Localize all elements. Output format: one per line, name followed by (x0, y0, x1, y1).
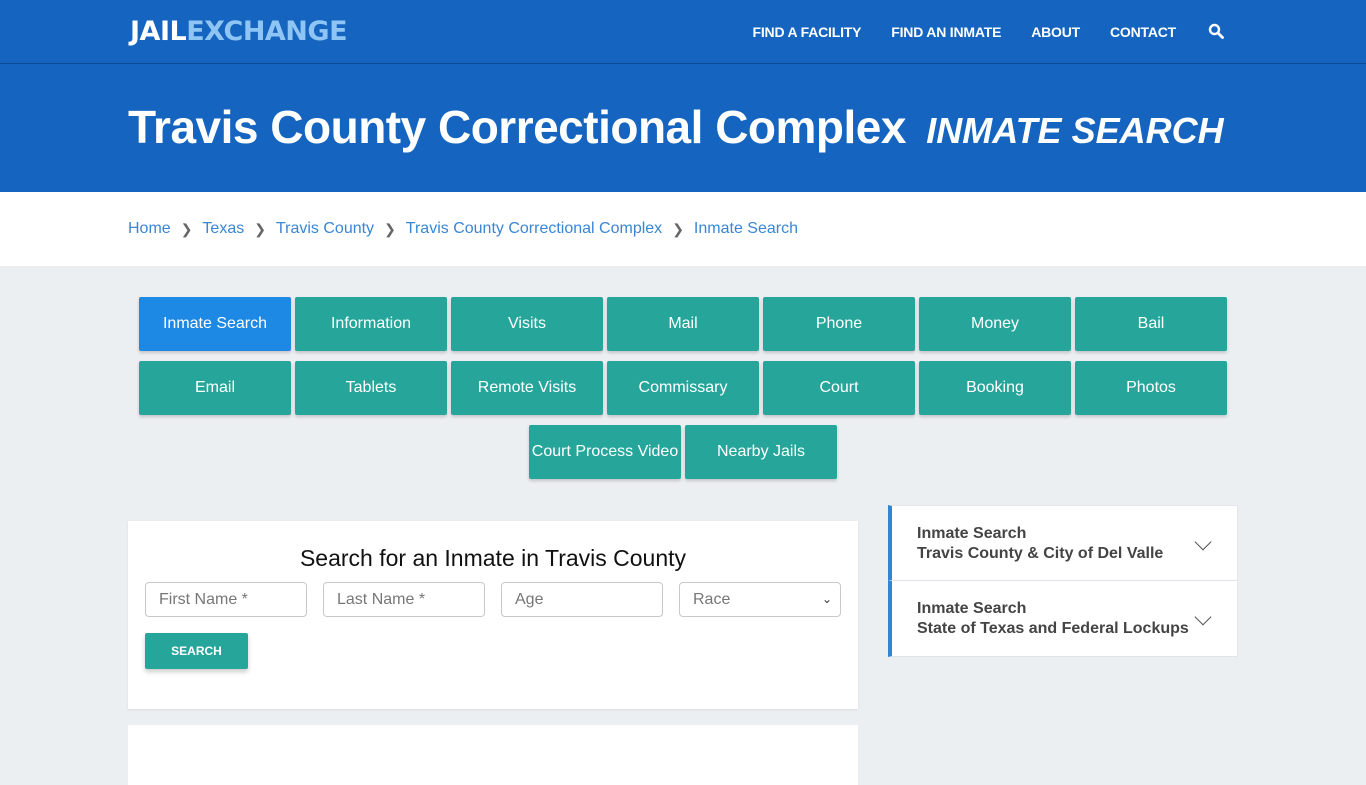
tab-tablets[interactable]: Tablets (295, 361, 447, 415)
search-form-title: Search for an Inmate in Travis County (299, 545, 687, 571)
accordion-subtitle: Travis County & City of Del Valle (917, 545, 1164, 562)
page-subtitle: INMATE SEARCH (926, 110, 1224, 151)
chevron-right-icon: ❯ (384, 220, 396, 237)
site-logo[interactable]: JAILEXCHANGE (130, 16, 348, 47)
chevron-down-icon: ⌄ (821, 592, 832, 606)
age-input[interactable]: Age (501, 582, 663, 617)
tab-remote-visits[interactable]: Remote Visits (451, 361, 603, 415)
tab-nearby-jails[interactable]: Nearby Jails (685, 425, 837, 479)
chevron-down-icon[interactable] (1194, 608, 1212, 626)
hero-banner: Travis County Correctional Complex INMAT… (0, 64, 1366, 192)
nav-contact[interactable]: CONTACT (1110, 24, 1176, 40)
tab-photos[interactable]: Photos (1075, 361, 1227, 415)
tab-visits[interactable]: Visits (451, 297, 603, 351)
chevron-right-icon: ❯ (672, 220, 684, 237)
sidebar-accordion: Inmate Search Travis County & City of De… (888, 505, 1238, 657)
first-name-input[interactable]: First Name * (145, 582, 307, 617)
nav-find-facility[interactable]: FIND A FACILITY (753, 24, 862, 40)
tabs-row-2: Email Tablets Remote Visits Commissary C… (0, 361, 1366, 415)
content-card (128, 725, 858, 785)
logo-jail: JAIL (130, 16, 187, 47)
facility-tabs: Inmate Search Information Visits Mail Ph… (0, 297, 1366, 489)
tab-money[interactable]: Money (919, 297, 1071, 351)
tab-inmate-search[interactable]: Inmate Search (139, 297, 291, 351)
search-button[interactable]: SEARCH (145, 633, 248, 669)
tabs-row-3: Court Process Video Nearby Jails (0, 425, 1366, 479)
tab-information[interactable]: Information (295, 297, 447, 351)
logo-exchange: EXCHANGE (186, 16, 348, 47)
facility-name: Travis County Correctional Complex (128, 101, 906, 153)
breadcrumb-texas[interactable]: Texas (202, 220, 244, 238)
breadcrumb: Home ❯ Texas ❯ Travis County ❯ Travis Count… (0, 192, 1366, 266)
tab-court-process-video[interactable]: Court Process Video (529, 425, 681, 479)
inmate-search-card: Search for an Inmate in Travis County Fi… (128, 521, 858, 709)
nav-about[interactable]: ABOUT (1031, 24, 1080, 40)
tab-booking[interactable]: Booking (919, 361, 1071, 415)
chevron-right-icon: ❯ (180, 220, 193, 237)
race-select-value: Race (693, 590, 731, 608)
main-nav: FIND A FACILITY FIND AN INMATE ABOUT CON… (723, 0, 1226, 64)
accordion-county-search[interactable]: Inmate Search Travis County & City of De… (888, 505, 1238, 581)
accordion-state-search[interactable]: Inmate Search State of Texas and Federal… (888, 581, 1238, 657)
tab-mail[interactable]: Mail (607, 297, 759, 351)
nav-find-inmate[interactable]: FIND AN INMATE (891, 24, 1001, 40)
breadcrumb-county[interactable]: Travis County (276, 220, 374, 238)
accordion-title: Inmate Search (917, 525, 1027, 542)
search-icon[interactable] (1208, 23, 1226, 41)
search-fields: First Name * Last Name * Age Race ⌄ (145, 582, 841, 617)
accordion-title: Inmate Search (917, 600, 1027, 617)
page-title: Travis County Correctional Complex INMAT… (128, 100, 1224, 154)
chevron-down-icon[interactable] (1194, 533, 1212, 551)
tab-court[interactable]: Court (763, 361, 915, 415)
chevron-right-icon: ❯ (254, 220, 266, 237)
breadcrumb-facility[interactable]: Travis County Correctional Complex (406, 220, 662, 238)
tab-email[interactable]: Email (139, 361, 291, 415)
tab-bail[interactable]: Bail (1075, 297, 1227, 351)
tab-commissary[interactable]: Commissary (607, 361, 759, 415)
accordion-subtitle: State of Texas and Federal Lockups (917, 620, 1189, 637)
tabs-row-1: Inmate Search Information Visits Mail Ph… (0, 297, 1366, 351)
breadcrumb-current[interactable]: Inmate Search (694, 220, 798, 238)
top-navbar: JAILEXCHANGE FIND A FACILITY FIND AN INM… (0, 0, 1366, 64)
last-name-input[interactable]: Last Name * (323, 582, 485, 617)
tab-phone[interactable]: Phone (763, 297, 915, 351)
breadcrumb-home[interactable]: Home (128, 220, 171, 238)
race-select[interactable]: Race ⌄ (679, 582, 841, 617)
